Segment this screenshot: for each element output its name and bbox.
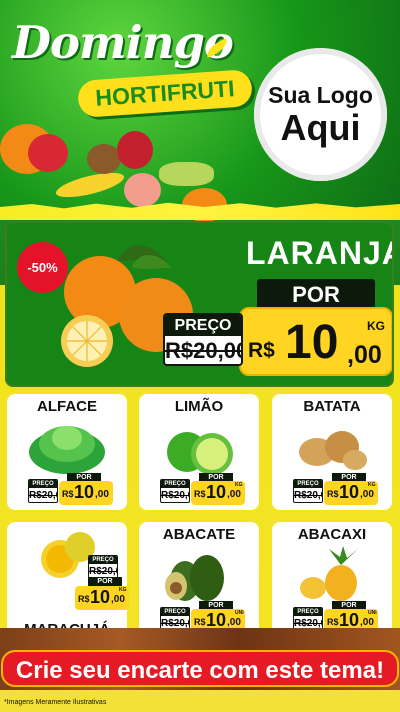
kiwi-icon <box>87 144 121 174</box>
avocado-icon <box>165 555 224 601</box>
product-card: LIMÃO PREÇOR$20,00 POR R$10,00KG <box>137 392 261 512</box>
price-card: R$ 10,00 KG <box>324 481 378 505</box>
currency-symbol: R$ <box>194 489 206 499</box>
product-name: ABACAXI <box>297 526 367 543</box>
logo-line1: Sua Logo <box>268 82 373 108</box>
price-card: R$ 10,00 KG <box>75 586 129 610</box>
flyer-page: Domingo HORTIFRUTI Sua Logo Aqui -50% LA… <box>0 0 400 712</box>
old-price-label: PREÇO <box>161 608 189 616</box>
price-cents: ,00 <box>111 594 125 605</box>
cta-banner[interactable]: Crie seu encarte com este tema! <box>1 650 399 687</box>
old-price-value: R$20,00 <box>165 338 243 363</box>
price-cents: ,00 <box>360 489 374 500</box>
old-price-value: R$20,00 <box>294 490 322 501</box>
old-price-label: PREÇO <box>29 480 57 488</box>
product-card: ABACATE PREÇOR$20,00 POR R$10,00UNI <box>137 520 261 640</box>
price-cents: ,00 <box>95 489 109 500</box>
old-price-label: PREÇO <box>294 608 322 616</box>
price-integer: 10 <box>206 482 227 502</box>
currency-symbol: R$ <box>327 489 339 499</box>
product-card: ABACAXI PREÇOR$20,00 POR R$10,00UNI <box>270 520 394 640</box>
potato-icon <box>299 431 367 470</box>
price-cents: ,00 <box>347 341 382 369</box>
currency-symbol: R$ <box>248 339 275 362</box>
unit-label: KG <box>235 482 243 488</box>
price-card: R$ 10,00 <box>59 481 113 505</box>
currency-symbol: R$ <box>62 489 74 499</box>
product-name: ABACATE <box>162 526 236 543</box>
grape-icon <box>159 162 214 186</box>
product-card: MARACUJÁ PREÇOR$20,00 POR R$10,00KG <box>5 520 129 640</box>
brand-title: Domingo <box>12 16 234 69</box>
currency-symbol: R$ <box>78 594 90 604</box>
product-name: ALFACE <box>37 398 97 415</box>
old-price-box: PREÇOR$20,00 <box>88 555 118 579</box>
apple-icon <box>28 134 68 172</box>
lettuce-icon <box>29 426 105 474</box>
pomegranate-icon <box>117 131 153 169</box>
old-price-value: R$20,00 <box>161 490 189 501</box>
product-card: ALFACE PREÇOR$20,00 POR R$10,00 <box>5 392 129 512</box>
featured-product-title: LARANJA <box>246 235 394 271</box>
pineapple-icon <box>300 546 358 601</box>
old-price-box: PREÇO R$20,00 <box>160 479 190 503</box>
lime-icon <box>167 432 233 475</box>
unit-label: KG <box>367 319 385 333</box>
fruit-basket-illustration <box>0 108 245 222</box>
product-grid: ALFACE PREÇOR$20,00 POR R$10,00 LIMÃO PR… <box>5 392 394 642</box>
grapefruit-icon <box>124 173 161 207</box>
price-integer: 10 <box>90 587 111 607</box>
price-integer: 10 <box>74 482 95 502</box>
price-cents: ,00 <box>227 489 241 500</box>
logo-placeholder: Sua Logo Aqui <box>254 48 387 181</box>
old-price-label: PREÇO <box>89 556 117 564</box>
price-cents: ,00 <box>360 617 374 628</box>
old-price-label: PREÇO <box>294 480 322 488</box>
featured-product-card: -50% LARANJA POR PREÇO R$20,00 R$ 10 ,00… <box>5 221 394 387</box>
product-card: BATATA PREÇOR$20,00 POR R$10,00KG <box>270 392 394 512</box>
old-price-box: PREÇO R$20,00 <box>163 313 243 366</box>
currency-symbol: R$ <box>327 617 339 627</box>
logo-line2: Aqui <box>280 107 361 148</box>
old-price-value: R$20,00 <box>29 490 57 501</box>
product-name: LIMÃO <box>174 398 224 415</box>
unit-label: KG <box>368 482 376 488</box>
banana-icon <box>53 167 127 203</box>
old-price-box: PREÇO R$20,00 <box>28 479 58 503</box>
old-price-box: PREÇO R$20,00 <box>293 479 323 503</box>
price-cents: ,00 <box>227 617 241 628</box>
price-integer: 10 <box>339 482 360 502</box>
old-price-label: PREÇO <box>165 315 241 336</box>
price-integer: 10 <box>285 316 339 369</box>
unit-label: UNI <box>368 610 377 616</box>
unit-label: KG <box>119 587 127 593</box>
footer-note: *Imagens Meramente Ilustrativas <box>4 699 107 706</box>
unit-label: UNI <box>235 610 244 616</box>
currency-symbol: R$ <box>194 617 206 627</box>
product-name: BATATA <box>303 398 361 415</box>
old-price-label: PREÇO <box>161 480 189 488</box>
price-card: R$ 10,00 KG <box>191 481 245 505</box>
